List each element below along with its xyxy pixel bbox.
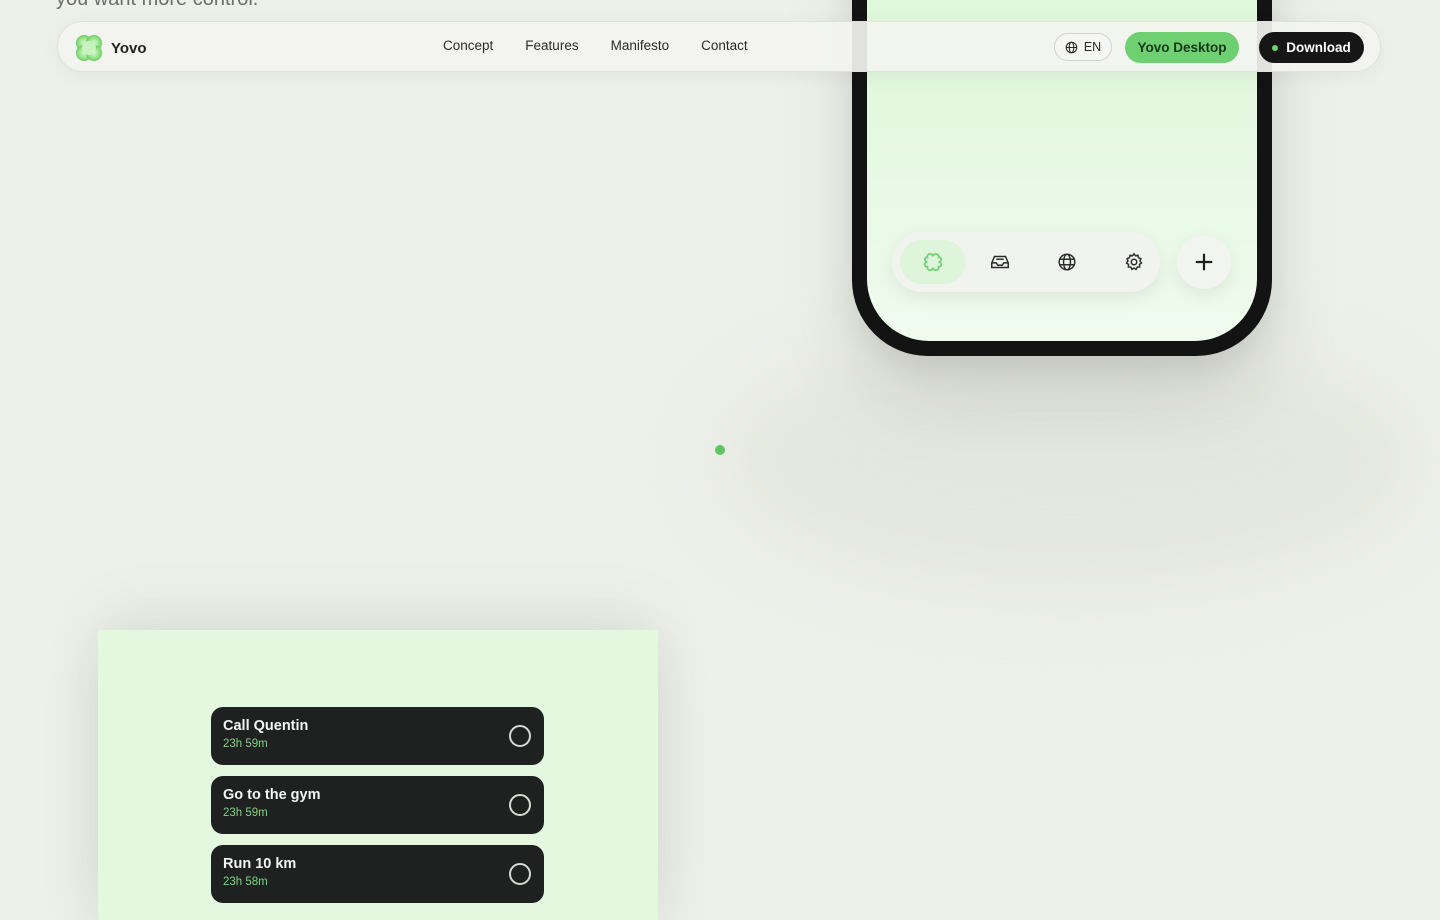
tab-globe[interactable] xyxy=(1034,240,1100,284)
add-task-button[interactable] xyxy=(1177,235,1231,289)
task-title: Call Quentin xyxy=(223,718,309,734)
nav-link-manifesto[interactable]: Manifesto xyxy=(611,38,670,53)
yovo-desktop-button[interactable]: Yovo Desktop xyxy=(1125,32,1239,63)
task-item[interactable]: Go to the gym 23h 59m xyxy=(211,776,544,834)
navbar: Yovo Concept Features Manifesto Contact … xyxy=(57,21,1381,72)
task-checkbox[interactable] xyxy=(509,725,531,747)
task-checkbox[interactable] xyxy=(509,863,531,885)
task-preview-card: Call Quentin 23h 59m Go to the gym 23h 5… xyxy=(98,630,658,920)
language-label: EN xyxy=(1083,40,1102,54)
task-title: Go to the gym xyxy=(223,787,321,803)
nav-link-features[interactable]: Features xyxy=(525,38,578,53)
phone-tab-bar xyxy=(892,232,1160,292)
plus-icon xyxy=(1195,253,1213,271)
task-time: 23h 59m xyxy=(223,738,268,750)
globe-icon xyxy=(1058,253,1076,271)
tab-inbox[interactable] xyxy=(967,240,1033,284)
nav-link-contact[interactable]: Contact xyxy=(701,38,748,53)
task-checkbox[interactable] xyxy=(509,794,531,816)
task-item[interactable]: Run 10 km 23h 58m xyxy=(211,845,544,903)
nav-links: Concept Features Manifesto Contact xyxy=(443,38,780,53)
globe-icon xyxy=(1065,41,1078,53)
task-time: 23h 58m xyxy=(223,876,268,888)
indicator-dot xyxy=(715,445,725,455)
gear-icon xyxy=(1125,252,1143,271)
hero-text: you want more control. xyxy=(56,0,258,11)
brand-name: Yovo xyxy=(111,39,147,57)
task-title: Run 10 km xyxy=(223,856,297,872)
task-item[interactable]: Call Quentin 23h 59m xyxy=(211,707,544,765)
nav-link-concept[interactable]: Concept xyxy=(443,38,493,53)
background-glow xyxy=(720,330,1420,590)
clover-logo-icon xyxy=(76,35,102,61)
status-dot xyxy=(1272,44,1279,51)
clover-icon xyxy=(923,253,943,271)
download-label: Download xyxy=(1286,40,1351,55)
brand-logo[interactable]: Yovo xyxy=(74,34,147,62)
task-time: 23h 59m xyxy=(223,807,268,819)
language-selector[interactable]: EN xyxy=(1054,33,1112,61)
download-button[interactable]: Download xyxy=(1259,32,1364,63)
inbox-icon xyxy=(991,255,1009,269)
tab-settings[interactable] xyxy=(1101,240,1167,284)
tab-home[interactable] xyxy=(900,240,966,284)
